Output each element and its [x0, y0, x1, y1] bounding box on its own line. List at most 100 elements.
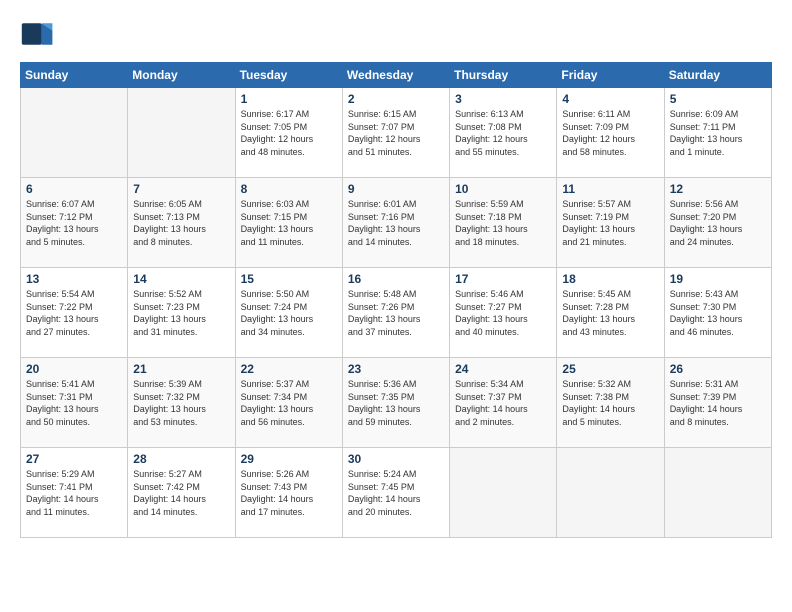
calendar-header-wednesday: Wednesday	[342, 63, 449, 88]
day-number: 6	[26, 182, 122, 196]
calendar-cell: 23 Sunrise: 5:36 AMSunset: 7:35 PMDayligh…	[342, 358, 449, 448]
day-info: Sunrise: 5:26 AMSunset: 7:43 PMDaylight:…	[241, 468, 337, 518]
day-number: 19	[670, 272, 766, 286]
calendar-cell: 2 Sunrise: 6:15 AMSunset: 7:07 PMDaylight…	[342, 88, 449, 178]
day-number: 10	[455, 182, 551, 196]
day-number: 25	[562, 362, 658, 376]
calendar-week-4: 20 Sunrise: 5:41 AMSunset: 7:31 PMDayligh…	[21, 358, 772, 448]
calendar-cell	[450, 448, 557, 538]
calendar-cell: 12Sunrise: 5:56 AMSunset: 7:20 PMDayligh…	[664, 178, 771, 268]
day-info: Sunrise: 6:13 AMSunset: 7:08 PMDaylight:…	[455, 108, 551, 158]
day-info: Sunrise: 5:41 AMSunset: 7:31 PMDaylight:…	[26, 378, 122, 428]
day-info: Sunrise: 6:07 AMSunset: 7:12 PMDaylight:…	[26, 198, 122, 248]
day-info: Sunrise: 5:52 AMSunset: 7:23 PMDaylight:…	[133, 288, 229, 338]
logo	[20, 16, 62, 52]
calendar-week-2: 6 Sunrise: 6:07 AMSunset: 7:12 PMDaylight…	[21, 178, 772, 268]
day-info: Sunrise: 6:09 AMSunset: 7:11 PMDaylight:…	[670, 108, 766, 158]
day-number: 27	[26, 452, 122, 466]
calendar-cell: 14 Sunrise: 5:52 AMSunset: 7:23 PMDayligh…	[128, 268, 235, 358]
day-info: Sunrise: 5:24 AMSunset: 7:45 PMDaylight:…	[348, 468, 444, 518]
day-info: Sunrise: 5:32 AMSunset: 7:38 PMDaylight:…	[562, 378, 658, 428]
calendar-cell: 8 Sunrise: 6:03 AMSunset: 7:15 PMDaylight…	[235, 178, 342, 268]
calendar-cell: 13Sunrise: 5:54 AMSunset: 7:22 PMDayligh…	[21, 268, 128, 358]
day-number: 28	[133, 452, 229, 466]
day-number: 16	[348, 272, 444, 286]
calendar-week-5: 27 Sunrise: 5:29 AMSunset: 7:41 PMDayligh…	[21, 448, 772, 538]
day-number: 30	[348, 452, 444, 466]
calendar-cell: 22 Sunrise: 5:37 AMSunset: 7:34 PMDayligh…	[235, 358, 342, 448]
day-number: 2	[348, 92, 444, 106]
day-number: 5	[670, 92, 766, 106]
day-number: 24	[455, 362, 551, 376]
calendar-header-sunday: Sunday	[21, 63, 128, 88]
day-info: Sunrise: 5:45 AMSunset: 7:28 PMDaylight:…	[562, 288, 658, 338]
day-info: Sunrise: 5:50 AMSunset: 7:24 PMDaylight:…	[241, 288, 337, 338]
day-number: 15	[241, 272, 337, 286]
day-info: Sunrise: 5:34 AMSunset: 7:37 PMDaylight:…	[455, 378, 551, 428]
calendar-cell: 30 Sunrise: 5:24 AMSunset: 7:45 PMDayligh…	[342, 448, 449, 538]
day-info: Sunrise: 6:01 AMSunset: 7:16 PMDaylight:…	[348, 198, 444, 248]
calendar-cell: 6 Sunrise: 6:07 AMSunset: 7:12 PMDaylight…	[21, 178, 128, 268]
calendar-cell: 7Sunrise: 6:05 AMSunset: 7:13 PMDaylight…	[128, 178, 235, 268]
day-info: Sunrise: 5:59 AMSunset: 7:18 PMDaylight:…	[455, 198, 551, 248]
day-info: Sunrise: 6:15 AMSunset: 7:07 PMDaylight:…	[348, 108, 444, 158]
day-info: Sunrise: 5:31 AMSunset: 7:39 PMDaylight:…	[670, 378, 766, 428]
day-number: 29	[241, 452, 337, 466]
calendar-cell: 19 Sunrise: 5:43 AMSunset: 7:30 PMDayligh…	[664, 268, 771, 358]
calendar-cell: 18 Sunrise: 5:45 AMSunset: 7:28 PMDayligh…	[557, 268, 664, 358]
calendar-cell	[664, 448, 771, 538]
day-number: 14	[133, 272, 229, 286]
calendar-table: SundayMondayTuesdayWednesdayThursdayFrid…	[20, 62, 772, 538]
day-info: Sunrise: 5:54 AMSunset: 7:22 PMDaylight:…	[26, 288, 122, 338]
day-number: 26	[670, 362, 766, 376]
calendar-cell: 5 Sunrise: 6:09 AMSunset: 7:11 PMDaylight…	[664, 88, 771, 178]
day-number: 18	[562, 272, 658, 286]
calendar-cell: 9 Sunrise: 6:01 AMSunset: 7:16 PMDaylight…	[342, 178, 449, 268]
logo-icon	[20, 16, 56, 52]
calendar-cell	[128, 88, 235, 178]
calendar-header-monday: Monday	[128, 63, 235, 88]
day-info: Sunrise: 5:29 AMSunset: 7:41 PMDaylight:…	[26, 468, 122, 518]
day-number: 3	[455, 92, 551, 106]
calendar-header-saturday: Saturday	[664, 63, 771, 88]
day-number: 1	[241, 92, 337, 106]
day-info: Sunrise: 5:27 AMSunset: 7:42 PMDaylight:…	[133, 468, 229, 518]
day-number: 12	[670, 182, 766, 196]
calendar-cell: 15 Sunrise: 5:50 AMSunset: 7:24 PMDayligh…	[235, 268, 342, 358]
day-info: Sunrise: 6:03 AMSunset: 7:15 PMDaylight:…	[241, 198, 337, 248]
calendar-header-thursday: Thursday	[450, 63, 557, 88]
day-number: 9	[348, 182, 444, 196]
day-info: Sunrise: 5:39 AMSunset: 7:32 PMDaylight:…	[133, 378, 229, 428]
calendar-cell: 24 Sunrise: 5:34 AMSunset: 7:37 PMDayligh…	[450, 358, 557, 448]
day-info: Sunrise: 5:36 AMSunset: 7:35 PMDaylight:…	[348, 378, 444, 428]
calendar-cell: 21 Sunrise: 5:39 AMSunset: 7:32 PMDayligh…	[128, 358, 235, 448]
day-number: 17	[455, 272, 551, 286]
calendar-header-tuesday: Tuesday	[235, 63, 342, 88]
day-info: Sunrise: 5:43 AMSunset: 7:30 PMDaylight:…	[670, 288, 766, 338]
day-info: Sunrise: 6:05 AMSunset: 7:13 PMDaylight:…	[133, 198, 229, 248]
day-number: 4	[562, 92, 658, 106]
calendar-header-friday: Friday	[557, 63, 664, 88]
calendar-cell: 20 Sunrise: 5:41 AMSunset: 7:31 PMDayligh…	[21, 358, 128, 448]
day-number: 11	[562, 182, 658, 196]
day-number: 22	[241, 362, 337, 376]
day-info: Sunrise: 5:48 AMSunset: 7:26 PMDaylight:…	[348, 288, 444, 338]
page-header	[20, 16, 772, 52]
day-number: 8	[241, 182, 337, 196]
calendar-cell: 4Sunrise: 6:11 AMSunset: 7:09 PMDaylight…	[557, 88, 664, 178]
day-number: 20	[26, 362, 122, 376]
page-container: SundayMondayTuesdayWednesdayThursdayFrid…	[0, 0, 792, 558]
calendar-cell: 10 Sunrise: 5:59 AMSunset: 7:18 PMDayligh…	[450, 178, 557, 268]
calendar-cell: 26 Sunrise: 5:31 AMSunset: 7:39 PMDayligh…	[664, 358, 771, 448]
calendar-cell: 25 Sunrise: 5:32 AMSunset: 7:38 PMDayligh…	[557, 358, 664, 448]
calendar-cell: 16 Sunrise: 5:48 AMSunset: 7:26 PMDayligh…	[342, 268, 449, 358]
day-number: 21	[133, 362, 229, 376]
calendar-cell: 3 Sunrise: 6:13 AMSunset: 7:08 PMDaylight…	[450, 88, 557, 178]
day-info: Sunrise: 5:37 AMSunset: 7:34 PMDaylight:…	[241, 378, 337, 428]
calendar-week-1: 1Sunrise: 6:17 AMSunset: 7:05 PMDaylight…	[21, 88, 772, 178]
calendar-cell: 17Sunrise: 5:46 AMSunset: 7:27 PMDayligh…	[450, 268, 557, 358]
day-number: 23	[348, 362, 444, 376]
calendar-week-3: 13Sunrise: 5:54 AMSunset: 7:22 PMDayligh…	[21, 268, 772, 358]
calendar-header-row: SundayMondayTuesdayWednesdayThursdayFrid…	[21, 63, 772, 88]
calendar-cell: 29 Sunrise: 5:26 AMSunset: 7:43 PMDayligh…	[235, 448, 342, 538]
